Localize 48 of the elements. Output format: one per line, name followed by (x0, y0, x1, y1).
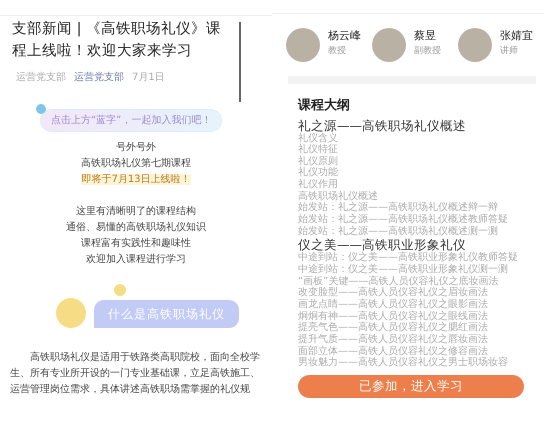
lesson-item[interactable]: “画板”关键——高铁人员仪容礼仪之底妆画法 (298, 276, 544, 288)
lesson-item[interactable]: 提升气质——高铁人员仪容礼仪之唇妆画法 (298, 334, 544, 346)
lesson-item[interactable]: 始发站：礼之源——高铁职场礼仪概述测一测 (298, 226, 544, 238)
lesson-item[interactable]: 男妆魅力——高铁人员仪容礼仪之男士职场妆容 (298, 357, 544, 369)
account-link[interactable]: 运营党支部 (74, 70, 124, 85)
lesson-item[interactable]: 礼仪含义 (298, 132, 544, 144)
highlight-text: 即将于7月13日上线啦！ (81, 174, 191, 185)
lesson-item[interactable]: 礼仪功能 (298, 167, 544, 180)
chapter-title: 礼之源——高铁职场礼仪概述 (298, 118, 467, 132)
chapter-title: 仪之美——高铁职业形象礼仪 (298, 237, 466, 252)
photo-placeholder (458, 28, 492, 62)
feature-line: 欢迎加入课程进行学习 (86, 254, 186, 265)
body-paragraph: 高铁职场礼仪是适用于铁路类高职院校，面向全校学生、所有专业所开设的一门专业基础课，立足高铁施工、运营管理岗位需求，具体讲述高铁职场需掌握的礼仪规 (10, 350, 261, 397)
teacher-name: 杨云峰 (328, 28, 361, 44)
outline-title: 课程大纲 (298, 97, 351, 115)
teacher-title: 教授 (328, 44, 347, 58)
lesson-item[interactable]: 中途到站：仪之美——高铁职业形象礼仪测一测 (298, 264, 544, 276)
lesson-item[interactable]: 高铁职场礼仪概述 (298, 190, 544, 202)
announcement-line: 号外号外 (116, 142, 156, 153)
teacher-name: 张婧宜 (500, 28, 533, 44)
dot-icon (36, 104, 46, 114)
announcement-line: 高铁职场礼仪第七期课程 (81, 158, 191, 169)
lesson-item[interactable]: 炯炯有神——高铁人员仪容礼仪之眼线画法 (298, 310, 544, 322)
photo-placeholder (286, 28, 320, 62)
join-button[interactable]: 已参加，进入学习 (298, 374, 524, 398)
lesson-item[interactable]: 中途到站：仪之美——高铁职业形象礼仪教师答疑 (298, 252, 544, 264)
lesson-item[interactable]: 始发站：礼之源——高铁职场礼仪概述辩一辩 (298, 202, 544, 214)
section-heading: 什么是高铁职场礼仪 (94, 300, 239, 328)
lesson-item[interactable]: 礼仪作用 (298, 179, 544, 191)
feature-line: 这里有清晰明了的课程结构 (76, 206, 196, 217)
dot-icon (114, 284, 126, 296)
source-label: 运营党支部 (16, 70, 66, 85)
lesson-item[interactable]: 始发站：礼之源——高铁职场礼仪概述教师答疑 (298, 214, 544, 226)
lesson-item[interactable]: 礼仪特征 (298, 144, 544, 156)
teacher-title: 讲师 (500, 44, 519, 58)
article-title: 支部新闻 | 《高铁职场礼仪》课程上线啦！欢迎大家来学习 (12, 20, 222, 61)
lesson-item[interactable]: 提亮气色——高铁人员仪容礼仪之腮红画法 (298, 322, 544, 334)
teacher-title: 副教授 (414, 44, 441, 58)
feature-line: 通俗、易懂的高铁职场礼仪知识 (66, 222, 206, 233)
lesson-item[interactable]: 改变脸型——高铁人员仪容礼仪之眉妆画法 (298, 287, 544, 300)
photo-placeholder (372, 28, 406, 62)
lesson-item[interactable]: 面部立体——高铁人员仪容礼仪之修容画法 (298, 346, 544, 358)
lesson-item[interactable]: 礼仪原则 (298, 156, 544, 168)
publish-date: 7月1日 (132, 71, 165, 85)
feature-line: 课程富有实践性和趣味性 (81, 238, 191, 249)
circle-icon (56, 298, 86, 328)
teacher-name: 蔡昱 (414, 28, 437, 44)
lesson-item[interactable]: 画龙点睛——高铁人员仪容礼仪之眼影画法 (298, 299, 544, 311)
